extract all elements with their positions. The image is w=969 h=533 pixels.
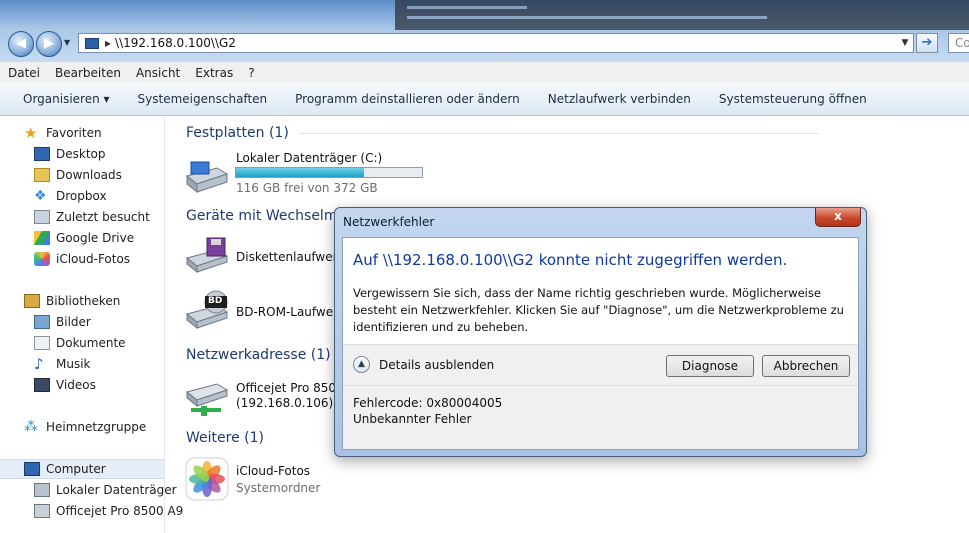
nav-favorites[interactable]: ★ Favoriten (0, 123, 188, 143)
floppy-drive-name[interactable]: Diskettenlaufwerk (236, 250, 345, 264)
nav-computer[interactable]: Computer (0, 459, 164, 479)
homegroup-icon: ⁂ (24, 419, 38, 435)
documents-icon (34, 336, 50, 350)
videos-icon (34, 378, 50, 392)
nav-item-label: Lokaler Datenträger (56, 483, 177, 497)
go-button[interactable]: ➔ (916, 33, 938, 53)
section-title: Weitere (1) (186, 430, 264, 446)
menu-datei[interactable]: Datei (0, 66, 47, 80)
dialog-button-row: ▲ Details ausblenden Diagnose Abbrechen (343, 344, 858, 386)
network-error-dialog: Netzwerkfehler x Auf \\192.168.0.100\\G2… (334, 207, 867, 457)
menu-bearbeiten[interactable]: Bearbeiten (47, 66, 128, 80)
address-bar[interactable]: ▸ \\192.168.0.100\\G2 ▼ (78, 33, 914, 53)
nav-item-label: Dokumente (56, 336, 126, 350)
nav-item-label: Videos (56, 378, 96, 392)
nav-item-label: Google Drive (56, 231, 135, 245)
section-removable[interactable]: Geräte mit Wechselme (186, 208, 346, 224)
network-drive-icon[interactable] (183, 378, 229, 418)
nav-item-label: Downloads (56, 168, 122, 182)
system-properties-button[interactable]: Systemeigenschaften (124, 92, 282, 106)
section-hard-disks[interactable]: Festplatten (1) (186, 125, 819, 141)
recent-pages-chevron-icon[interactable]: ▼ (64, 38, 70, 47)
google-drive-icon (34, 231, 50, 245)
nav-item-label: Dropbox (56, 189, 107, 203)
local-disk-name[interactable]: Lokaler Datenträger (C:) (236, 151, 382, 165)
nav-favorites-label: Favoriten (46, 126, 102, 140)
nav-libraries[interactable]: Bibliotheken (0, 291, 188, 311)
network-drive-icon (34, 504, 50, 518)
section-title: Netzwerkadresse (1) (186, 347, 331, 363)
nav-item-label: iCloud-Fotos (56, 252, 131, 266)
error-code: Fehlercode: 0x80004005 (353, 396, 503, 410)
diagnose-button[interactable]: Diagnose (666, 355, 754, 377)
music-icon: ♪ (34, 355, 44, 373)
dialog-body: Auf \\192.168.0.100\\G2 konnte nicht zug… (342, 237, 859, 450)
error-details: Fehlercode: 0x80004005 Unbekannter Fehle… (353, 395, 502, 427)
cancel-button[interactable]: Abbrechen (762, 355, 850, 377)
star-icon: ★ (24, 124, 38, 142)
map-network-drive-button[interactable]: Netzlaufwerk verbinden (534, 92, 705, 106)
menu-ansicht[interactable]: Ansicht (128, 66, 187, 80)
section-title: Festplatten (1) (186, 125, 289, 141)
downloads-folder-icon (34, 168, 50, 182)
nav-libraries-label: Bibliotheken (46, 294, 121, 308)
error-description: Unbekannter Fehler (353, 412, 472, 426)
organize-button[interactable]: Organisieren ▾ (0, 92, 124, 106)
bdrom-drive-icon[interactable]: BD (183, 290, 229, 330)
navigation-pane: ★ Favoriten Desktop Downloads ❖ Dropbox … (0, 116, 183, 533)
section-title: Geräte mit Wechselme (186, 208, 347, 224)
section-divider (298, 132, 819, 134)
nav-homegroup-label: Heimnetzgruppe (46, 420, 147, 434)
libraries-icon (24, 294, 40, 308)
dialog-close-button[interactable]: x (815, 208, 861, 227)
section-network[interactable]: Netzwerkadresse (1) (186, 347, 341, 363)
bd-badge: BD (208, 296, 223, 306)
dialog-details: Fehlercode: 0x80004005 Unbekannter Fehle… (343, 386, 858, 449)
nav-item-label: Desktop (56, 147, 106, 161)
details-toggle-label[interactable]: Details ausblenden (379, 358, 494, 372)
back-button[interactable]: ◀ (8, 31, 34, 57)
background-text-line (407, 6, 527, 9)
forward-button[interactable]: ▶ (36, 31, 62, 57)
hard-drive-icon[interactable] (183, 158, 229, 198)
menu-bar: Datei Bearbeiten Ansicht Extras ? (0, 62, 969, 84)
computer-icon (24, 462, 40, 476)
hard-drive-icon (34, 483, 50, 497)
menu-extras[interactable]: Extras (187, 66, 240, 80)
collapse-details-icon[interactable]: ▲ (353, 356, 370, 373)
bdrom-drive-name[interactable]: BD-ROM-Laufwerk (236, 305, 345, 319)
nav-homegroup[interactable]: ⁂ Heimnetzgruppe (0, 417, 188, 437)
disk-usage-fill (236, 168, 365, 177)
recent-places-icon (34, 210, 50, 224)
address-dropdown-icon[interactable]: ▼ (897, 38, 913, 48)
icloud-photos-icon[interactable] (185, 457, 229, 501)
menu-help[interactable]: ? (240, 66, 261, 80)
address-text[interactable]: \\192.168.0.100\\G2 (115, 36, 897, 50)
nav-item-label: Bilder (56, 315, 91, 329)
nav-item-label: Zuletzt besucht (56, 210, 150, 224)
disk-usage-bar (235, 167, 423, 178)
command-bar: Organisieren ▾ Systemeigenschaften Progr… (0, 83, 969, 116)
search-input[interactable]: Co (948, 33, 969, 53)
dialog-title: Netzwerkfehler (343, 215, 435, 229)
nav-item-label: Musik (56, 357, 91, 371)
address-separator-icon[interactable]: ▸ (105, 36, 111, 50)
section-other[interactable]: Weitere (1) (186, 430, 264, 446)
local-disk-free: 116 GB frei von 372 GB (236, 181, 378, 195)
icloud-photos-icon (34, 252, 50, 266)
computer-icon (85, 37, 99, 49)
dropbox-icon: ❖ (34, 188, 47, 204)
dialog-heading: Auf \\192.168.0.100\\G2 konnte nicht zug… (353, 251, 788, 269)
desktop-icon (34, 147, 50, 161)
background-text-line (407, 16, 767, 19)
dialog-message: Vergewissern Sie sich, dass der Name ric… (353, 286, 844, 334)
icloud-photos-name[interactable]: iCloud-Fotos (236, 464, 310, 478)
floppy-drive-icon[interactable] (183, 236, 229, 276)
icloud-photos-type: Systemordner (236, 481, 321, 495)
uninstall-program-button[interactable]: Programm deinstallieren oder ändern (281, 92, 534, 106)
pictures-icon (34, 315, 50, 329)
nav-computer-label: Computer (46, 462, 106, 476)
open-control-panel-button[interactable]: Systemsteuerung öffnen (705, 92, 881, 106)
background-window (395, 0, 969, 30)
